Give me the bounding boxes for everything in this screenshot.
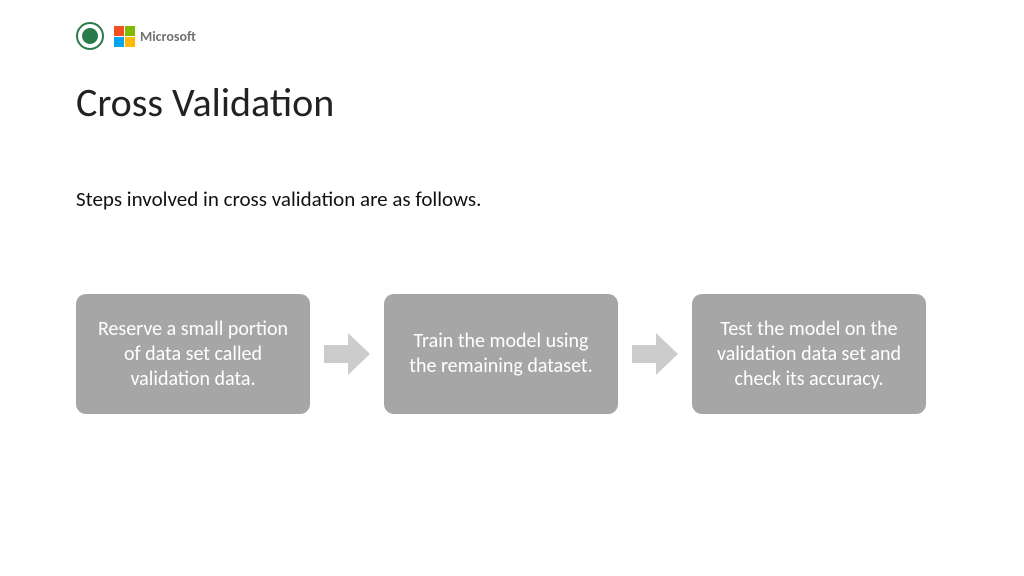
step-2-box: Train the model using the remaining data…	[384, 294, 618, 414]
arrow-2-icon	[632, 333, 678, 375]
microsoft-squares-icon	[114, 26, 135, 47]
institution-seal-icon	[76, 22, 104, 50]
step-1-text: Reserve a small portion of data set call…	[90, 317, 296, 392]
step-3-text: Test the model on the validation data se…	[706, 317, 912, 392]
logo-row: Microsoft	[76, 22, 196, 50]
microsoft-label: Microsoft	[140, 28, 196, 45]
subtitle-text: Steps involved in cross validation are a…	[76, 186, 481, 212]
step-1-box: Reserve a small portion of data set call…	[76, 294, 310, 414]
steps-flow: Reserve a small portion of data set call…	[76, 294, 964, 414]
microsoft-logo: Microsoft	[114, 26, 196, 47]
arrow-1-icon	[324, 333, 370, 375]
step-3-box: Test the model on the validation data se…	[692, 294, 926, 414]
step-2-text: Train the model using the remaining data…	[398, 329, 604, 379]
page-title: Cross Validation	[76, 78, 334, 127]
